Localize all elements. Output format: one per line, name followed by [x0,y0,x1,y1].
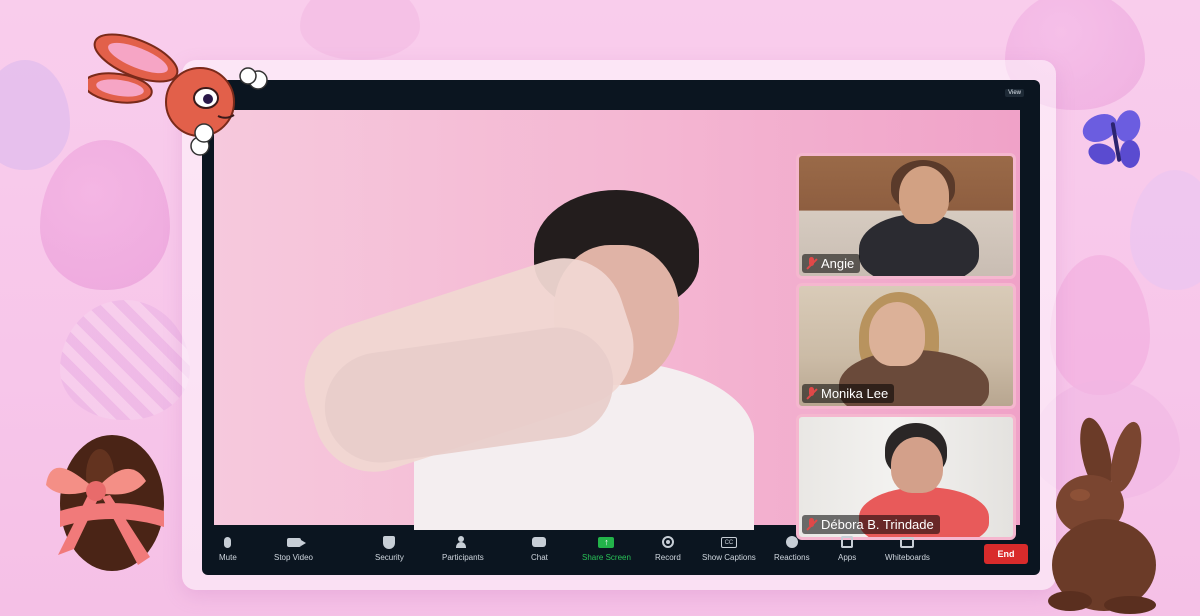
participant-name-tag: Angie [802,254,861,273]
mic-off-icon [806,518,817,531]
easter-egg-decoration [60,300,190,420]
easter-egg-decoration [1130,170,1200,290]
reactions-label: Reactions [774,553,810,562]
chat-button[interactable]: Chat [531,535,548,562]
video-call-window: View Angie Monika Lee Débora B. Trindade… [202,80,1040,575]
stop-video-button[interactable]: Stop Video [274,535,313,562]
smiley-icon [784,535,800,549]
whiteboards-button[interactable]: Whiteboards [885,535,930,562]
cc-icon: CC [720,535,737,549]
record-icon [660,535,676,549]
easter-egg-decoration [1050,255,1150,395]
chat-label: Chat [531,553,548,562]
share-screen-button[interactable]: ↑ Share Screen [582,535,631,562]
cartoon-bunny-decoration [88,33,268,156]
mic-off-icon [806,387,817,400]
mute-label: Mute [219,553,237,562]
share-screen-icon: ↑ [598,535,615,549]
participants-button[interactable]: Participants [442,535,484,562]
chat-icon [531,535,547,549]
easter-egg-decoration [0,60,70,170]
end-call-button[interactable]: End [984,544,1028,564]
view-button[interactable]: View [1005,89,1024,97]
show-captions-button[interactable]: CC Show Captions [702,535,756,562]
participant-name-tag: Monika Lee [802,384,895,403]
participant-name: Débora B. Trindade [821,517,934,532]
video-stage: Angie Monika Lee Débora B. Trindade [214,110,1020,540]
participant-name-tag: Débora B. Trindade [802,515,940,534]
security-label: Security [375,553,404,562]
reactions-button[interactable]: Reactions [774,535,810,562]
participant-tile-debora-b-trindade[interactable]: Débora B. Trindade [796,414,1016,540]
butterfly-decoration [1082,110,1141,168]
apps-icon [839,535,855,549]
whiteboard-icon [899,535,915,549]
share-screen-label: Share Screen [582,553,631,562]
security-button[interactable]: Security [375,535,404,562]
easter-egg-decoration [300,0,420,60]
active-speaker-video [264,190,754,530]
apps-button[interactable]: Apps [838,535,856,562]
participant-name: Angie [821,256,855,271]
mute-button[interactable]: Mute [219,535,237,562]
camera-icon [286,535,306,549]
apps-label: Apps [838,553,857,562]
participant-tile-angie[interactable]: Angie [796,153,1016,279]
participants-label: Participants [442,553,484,562]
participant-face [891,437,943,493]
participant-tile-monika-lee[interactable]: Monika Lee [796,283,1016,409]
record-button[interactable]: Record [655,535,681,562]
easter-egg-decoration [40,140,170,290]
shield-icon [381,535,397,549]
whiteboards-label: Whiteboards [885,553,930,562]
chocolate-bunny-decoration [1048,417,1156,614]
mic-off-icon [806,257,817,270]
stop-video-label: Stop Video [274,553,313,562]
mic-icon [220,535,236,549]
participants-icon [455,535,471,549]
participant-face [869,302,925,366]
participant-name: Monika Lee [821,386,889,401]
show-captions-label: Show Captions [702,553,756,562]
participant-face [899,166,949,224]
chocolate-egg-decoration [46,435,164,571]
record-label: Record [655,553,681,562]
